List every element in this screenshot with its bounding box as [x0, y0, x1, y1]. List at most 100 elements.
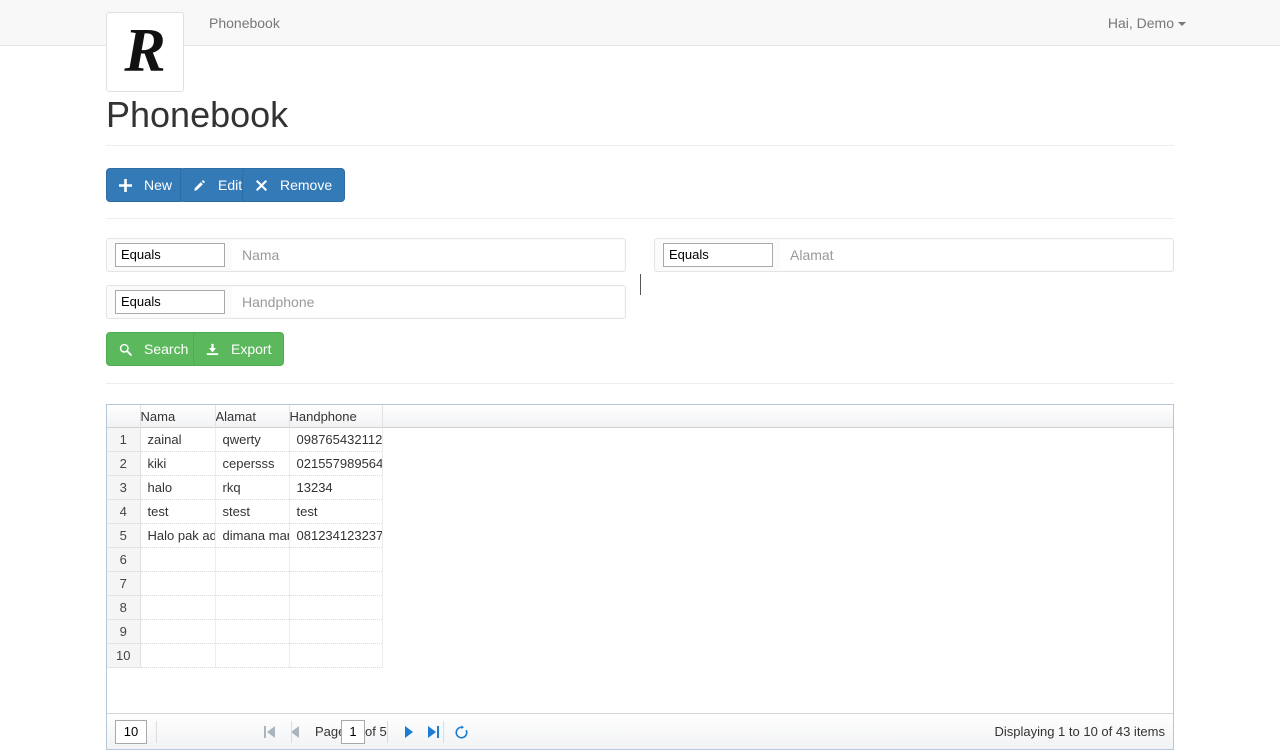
cell-alamat[interactable]: qwerty [215, 428, 290, 452]
cell-nama[interactable] [140, 595, 216, 620]
cell-handphone[interactable] [289, 571, 383, 596]
footer-separator [387, 721, 388, 743]
row-index: 6 [107, 547, 141, 572]
filter-operator-nama[interactable]: Equals [115, 243, 225, 267]
last-page-icon[interactable] [421, 720, 445, 744]
cell-alamat[interactable] [215, 595, 290, 620]
grid-header-nama[interactable]: Nama [140, 405, 216, 428]
grid-header-alamat[interactable]: Alamat [215, 405, 290, 428]
cell-alamat[interactable]: cepersss [215, 451, 290, 476]
cell-filler [382, 644, 1173, 668]
cell-handphone[interactable]: 081234123237 [289, 523, 383, 548]
new-button[interactable]: New [106, 168, 186, 202]
cell-alamat[interactable]: rkq [215, 475, 290, 500]
new-button-label: New [144, 177, 173, 193]
cell-handphone[interactable]: 13234 [289, 475, 383, 500]
cell-alamat[interactable] [215, 571, 290, 596]
cell-nama[interactable]: zainal [140, 428, 216, 452]
pencil-icon [193, 179, 212, 192]
cell-nama[interactable]: halo [140, 475, 216, 500]
table-row[interactable]: 6 [107, 547, 1173, 572]
search-button[interactable]: Search [106, 332, 202, 366]
remove-button-label: Remove [280, 177, 333, 193]
table-row[interactable]: 3 halo rkq 13234 [107, 475, 1173, 500]
cell-nama[interactable] [140, 571, 216, 596]
cell-handphone[interactable] [289, 619, 383, 644]
page-number-input[interactable]: 1 [341, 720, 365, 744]
filter-input-nama[interactable]: Nama [232, 240, 624, 270]
row-index: 7 [107, 571, 141, 596]
cell-alamat[interactable] [215, 619, 290, 644]
table-row[interactable]: 2 kiki cepersss 0215579895646 [107, 451, 1173, 476]
cell-nama[interactable] [140, 547, 216, 572]
row-index: 1 [107, 428, 141, 452]
cell-alamat[interactable] [215, 643, 290, 668]
first-page-icon[interactable] [257, 720, 281, 744]
times-icon [255, 179, 274, 192]
cell-filler [382, 452, 1173, 476]
divider-below-toolbar [106, 218, 1174, 219]
cell-filler [382, 428, 1173, 452]
row-index: 10 [107, 643, 141, 668]
plus-icon [119, 178, 138, 192]
grid-display-status: Displaying 1 to 10 of 43 items [994, 724, 1165, 739]
logo-letter-r-icon: R [124, 17, 166, 85]
cell-handphone[interactable]: 0215579895646 [289, 451, 383, 476]
grid-body: 1 zainal qwerty 0987654321123 2 kiki cepersss 0… [107, 428, 1173, 713]
cell-handphone[interactable]: test [289, 499, 383, 524]
cell-alamat[interactable]: dimana mana [215, 523, 290, 548]
cell-handphone[interactable]: 0987654321123 [289, 428, 383, 452]
magnifier-icon [119, 343, 138, 356]
cell-nama[interactable] [140, 643, 216, 668]
cell-handphone[interactable] [289, 595, 383, 620]
table-row[interactable]: 9 [107, 619, 1173, 644]
search-button-label: Search [144, 341, 189, 357]
filter-input-handphone[interactable]: Handphone [232, 287, 624, 317]
cell-alamat[interactable]: stest [215, 499, 290, 524]
table-row[interactable]: 10 [107, 643, 1173, 668]
data-grid-panel: Nama Alamat Handphone 1 zainal qwerty 09876… [106, 404, 1174, 750]
previous-page-icon[interactable] [283, 720, 307, 744]
download-icon [206, 343, 225, 356]
cell-handphone[interactable] [289, 547, 383, 572]
row-index: 3 [107, 475, 141, 500]
user-menu[interactable]: Hai, Demo [1108, 14, 1186, 32]
filter-operator-handphone[interactable]: Equals [115, 290, 225, 314]
filter-input-alamat[interactable]: Alamat [780, 240, 1172, 270]
grid-header-table: Nama Alamat Handphone [107, 405, 1173, 428]
brand-logo[interactable]: R [106, 12, 184, 92]
row-index: 5 [107, 523, 141, 548]
remove-button[interactable]: Remove [242, 168, 346, 202]
filter-operator-alamat[interactable]: Equals [663, 243, 773, 267]
navbar-brand-text[interactable]: Phonebook [209, 14, 280, 32]
footer-separator [156, 721, 157, 743]
filter-row-nama: Equals Nama [106, 238, 626, 272]
grid-header-handphone[interactable]: Handphone [289, 405, 383, 428]
table-row[interactable]: 1 zainal qwerty 0987654321123 [107, 428, 1173, 452]
cell-alamat[interactable] [215, 547, 290, 572]
cell-filler [382, 548, 1173, 572]
page-size-select[interactable]: 10 [115, 720, 147, 744]
grid-header: Nama Alamat Handphone [107, 405, 1173, 428]
text-cursor-marker [640, 274, 641, 295]
cell-nama[interactable] [140, 619, 216, 644]
footer-separator [443, 721, 444, 743]
refresh-icon[interactable] [449, 720, 473, 744]
table-row[interactable]: 8 [107, 595, 1173, 620]
export-button[interactable]: Export [193, 332, 285, 366]
cell-filler [382, 620, 1173, 644]
next-page-icon[interactable] [397, 720, 421, 744]
grid-header-index [107, 405, 141, 428]
cell-nama[interactable]: Halo pak ady [140, 523, 216, 548]
table-row[interactable]: 7 [107, 571, 1173, 596]
cell-nama[interactable]: test [140, 499, 216, 524]
cell-filler [382, 476, 1173, 500]
row-index: 4 [107, 499, 141, 524]
table-row[interactable]: 5Halo pak adydimana mana081234123237 [107, 523, 1173, 548]
table-row[interactable]: 4 test stest test [107, 499, 1173, 524]
cell-handphone[interactable] [289, 643, 383, 668]
cell-filler [382, 500, 1173, 524]
cell-nama[interactable]: kiki [140, 451, 216, 476]
grid-body-table: 1 zainal qwerty 0987654321123 2 kiki cepersss 0… [107, 428, 1173, 668]
grid-footer: 10 Page 1 of 5 Displaying 1 to 10 of 43 … [107, 713, 1173, 749]
